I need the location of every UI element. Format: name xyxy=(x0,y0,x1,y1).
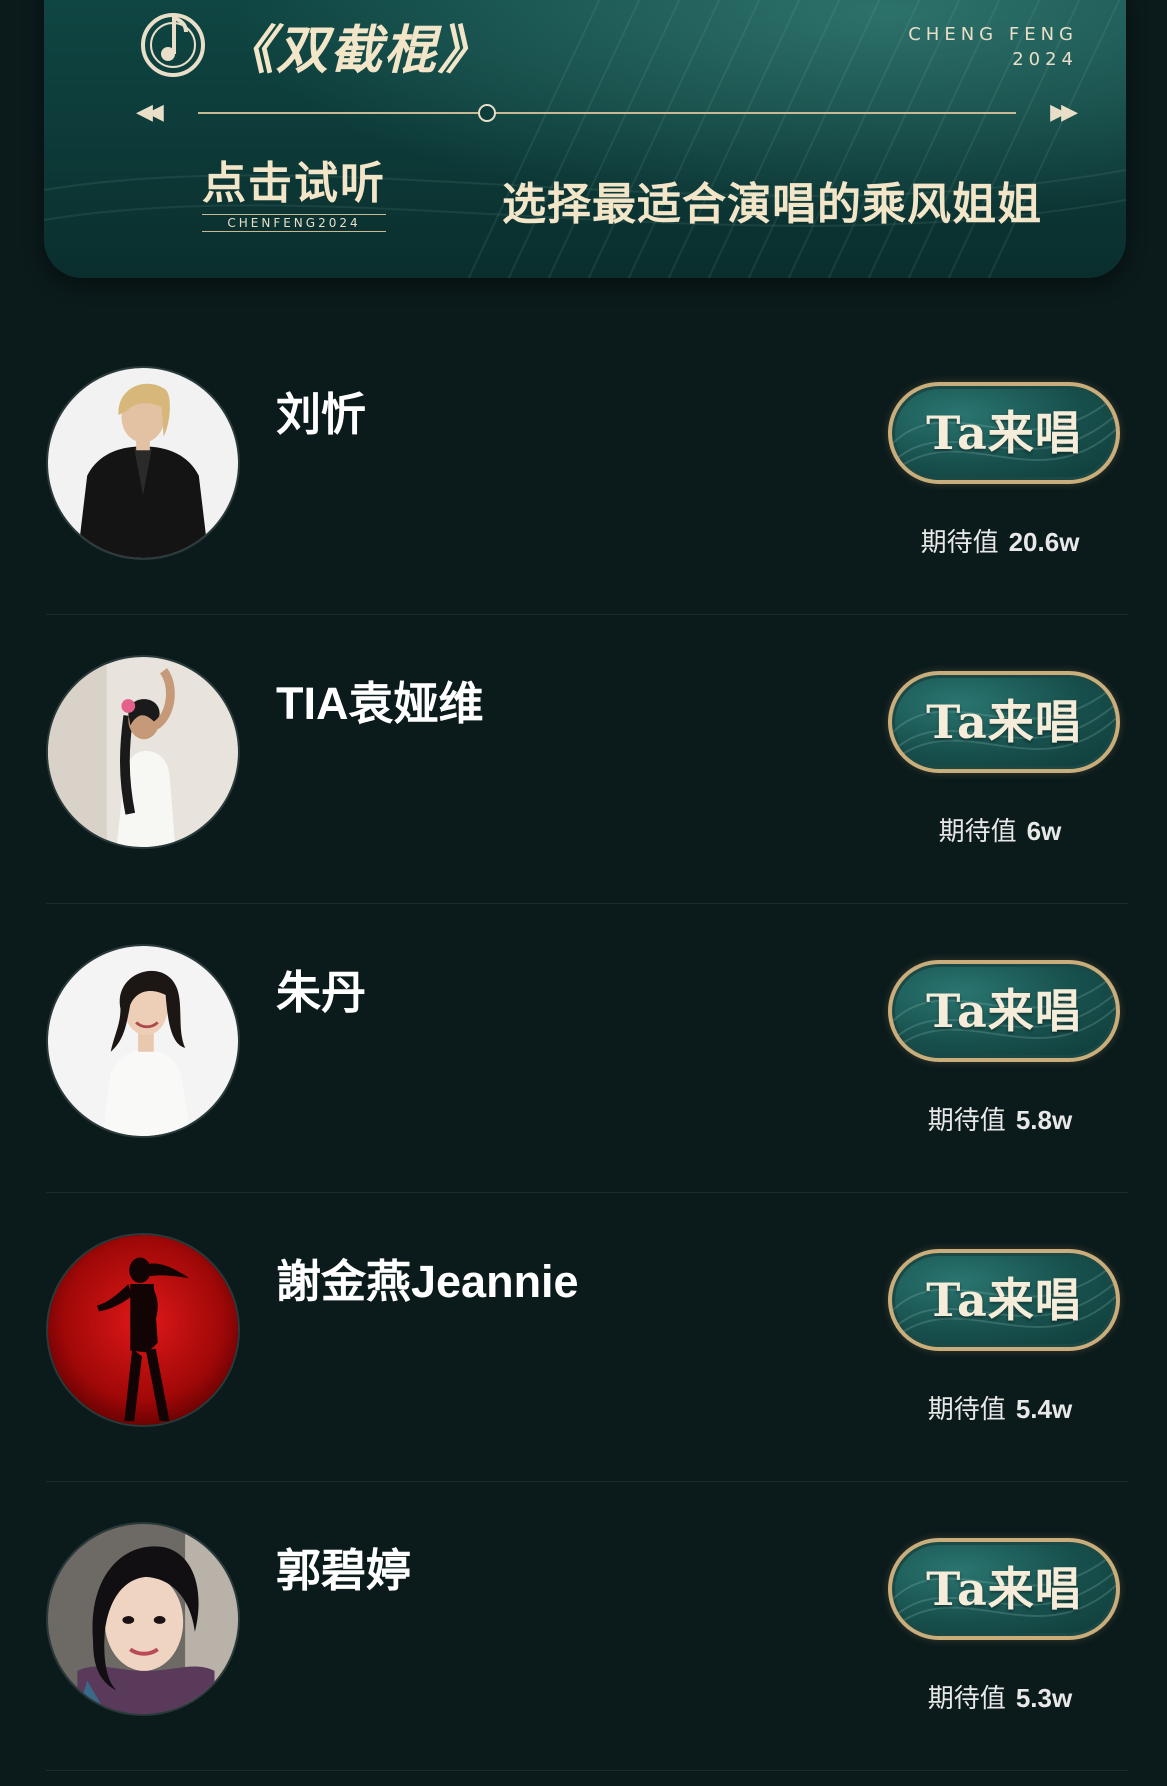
expectation-value: 5.8w xyxy=(1015,1105,1073,1135)
brand-line-1: CHENG FENG xyxy=(908,24,1078,45)
progress-track[interactable] xyxy=(198,112,1016,114)
vote-sing-button-label: Ta来唱 xyxy=(926,406,1082,460)
vote-sing-button[interactable]: Ta来唱 xyxy=(888,960,1120,1062)
fast-forward-icon[interactable]: ▶▶ xyxy=(1050,100,1078,125)
playback-progress[interactable]: ◀◀ ▶▶ xyxy=(136,98,1078,128)
portrait-white-dress-icon xyxy=(48,657,238,847)
vote-sing-button[interactable]: Ta来唱 xyxy=(888,382,1120,484)
vote-sing-button[interactable]: Ta来唱 xyxy=(888,671,1120,773)
expectation-value: 20.6w xyxy=(1008,527,1080,557)
contestant-list: 刘忻 Ta来唱 期待值 20.6w TIA袁娅维 Ta来唱 期待值 6w 朱丹 … xyxy=(46,326,1128,1771)
vote-sing-button[interactable]: Ta来唱 xyxy=(888,1249,1120,1351)
vote-sing-button-label: Ta来唱 xyxy=(926,1562,1082,1616)
contestant-row: 郭碧婷 Ta来唱 期待值 5.3w xyxy=(46,1482,1128,1771)
banner-tagline: 选择最适合演唱的乘风姐姐 xyxy=(502,179,1042,230)
expectation-label: 期待值 xyxy=(927,1106,1006,1136)
portrait-black-suit-icon xyxy=(48,368,238,558)
brand-mark: CHENG FENG 2024 xyxy=(908,22,1078,72)
avatar xyxy=(46,944,240,1138)
portrait-smiling-icon xyxy=(48,946,238,1136)
contestant-name: 謝金燕Jeannie xyxy=(276,1256,579,1307)
vote-sing-button-label: Ta来唱 xyxy=(926,984,1082,1038)
song-banner[interactable]: 《双截棍》 CHENG FENG 2024 ◀◀ ▶▶ 点击试听 CHENFEN… xyxy=(44,0,1126,278)
avatar xyxy=(46,655,240,849)
listen-preview-button[interactable]: 点击试听 CHENFENG2024 xyxy=(202,158,386,232)
expectation-value: 6w xyxy=(1026,816,1062,846)
contestant-name: 朱丹 xyxy=(276,967,367,1018)
expectation-score: 期待值 6w xyxy=(884,811,1116,848)
contestant-row: TIA袁娅维 Ta来唱 期待值 6w xyxy=(46,615,1128,904)
music-note-logo-icon xyxy=(141,13,205,77)
contestant-row: 朱丹 Ta来唱 期待值 5.8w xyxy=(46,904,1128,1193)
avatar xyxy=(46,1522,240,1716)
vote-sing-button[interactable]: Ta来唱 xyxy=(888,1538,1120,1640)
expectation-label: 期待值 xyxy=(920,528,999,558)
rewind-icon[interactable]: ◀◀ xyxy=(136,100,164,125)
expectation-label: 期待值 xyxy=(927,1684,1006,1714)
expectation-score: 期待值 20.6w xyxy=(884,522,1116,559)
expectation-label: 期待值 xyxy=(938,817,1017,847)
contestant-name: 郭碧婷 xyxy=(276,1545,412,1596)
song-title: 《双截棍》 xyxy=(222,20,493,81)
listen-label: 点击试听 xyxy=(202,158,386,209)
expectation-score: 期待值 5.3w xyxy=(884,1678,1116,1715)
contestant-row: 刘忻 Ta来唱 期待值 20.6w xyxy=(46,326,1128,615)
silhouette-red-icon xyxy=(48,1235,238,1425)
portrait-selfie-icon xyxy=(48,1524,238,1714)
expectation-label: 期待值 xyxy=(927,1395,1006,1425)
vote-sing-button-label: Ta来唱 xyxy=(926,1273,1082,1327)
vote-sing-button-label: Ta来唱 xyxy=(926,695,1082,749)
expectation-value: 5.3w xyxy=(1015,1683,1073,1713)
contestant-name: TIA袁娅维 xyxy=(276,678,484,729)
avatar xyxy=(46,1233,240,1427)
progress-knob[interactable] xyxy=(478,104,496,122)
expectation-value: 5.4w xyxy=(1015,1394,1073,1424)
avatar xyxy=(46,366,240,560)
contestant-name: 刘忻 xyxy=(276,389,367,440)
expectation-score: 期待值 5.8w xyxy=(884,1100,1116,1137)
expectation-score: 期待值 5.4w xyxy=(884,1389,1116,1426)
listen-sublabel: CHENFENG2024 xyxy=(202,214,386,232)
contestant-row: 謝金燕Jeannie Ta来唱 期待值 5.4w xyxy=(46,1193,1128,1482)
brand-line-2: 2024 xyxy=(1012,49,1078,70)
